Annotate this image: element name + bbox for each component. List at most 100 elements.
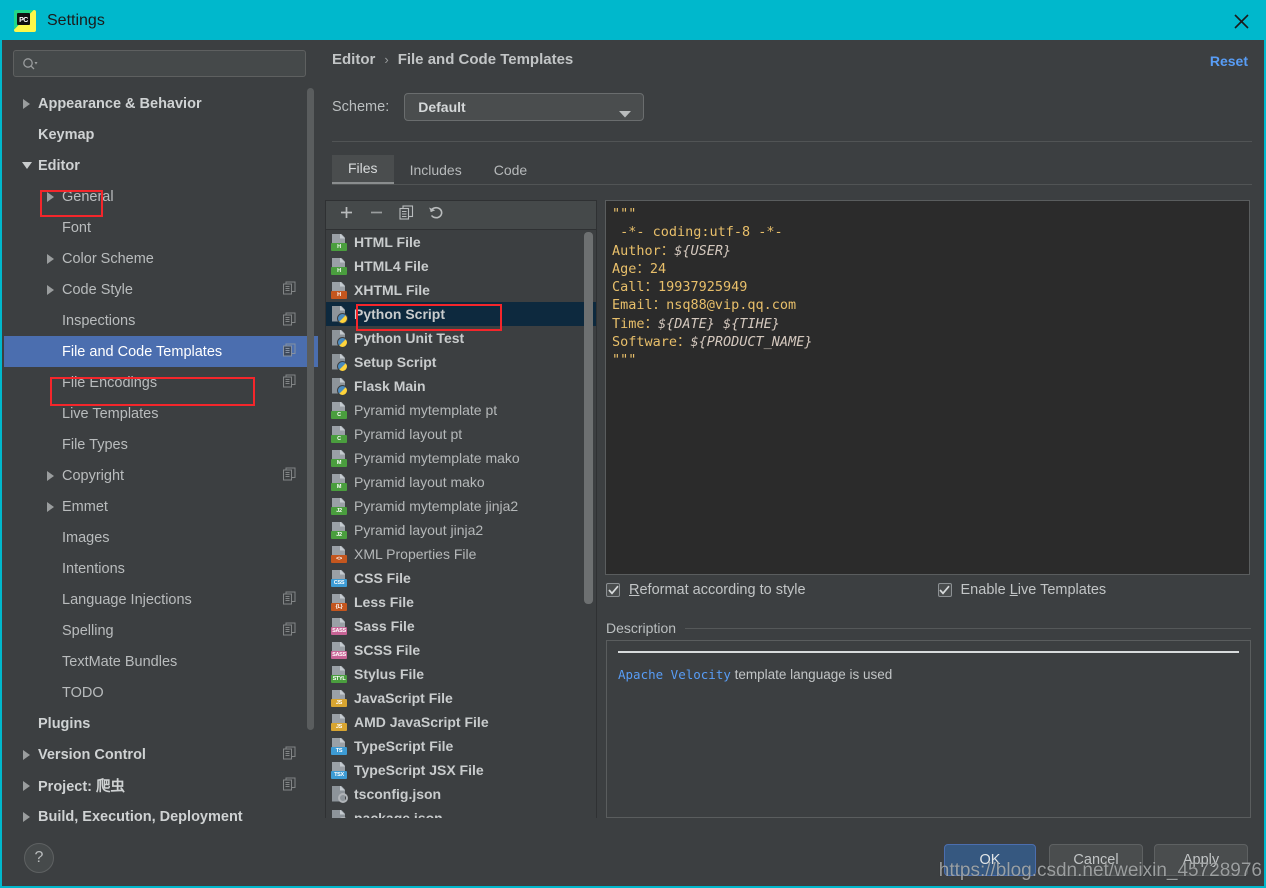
project-scope-icon (283, 343, 296, 360)
template-list-item[interactable]: Flask Main (326, 374, 596, 398)
template-list-item[interactable]: CPyramid mytemplate pt (326, 398, 596, 422)
template-list-item[interactable]: CSSCSS File (326, 566, 596, 590)
sidebar-item-images[interactable]: Images (4, 522, 318, 553)
template-variable: ${PRODUCT_NAME} (691, 334, 813, 350)
checkbox-icon[interactable] (606, 583, 620, 597)
add-template-button[interactable] (334, 204, 358, 226)
template-list-item[interactable]: package.json (326, 806, 596, 818)
sidebar-item-appearance-behavior[interactable]: Appearance & Behavior (4, 88, 318, 119)
help-button[interactable]: ? (24, 843, 54, 873)
template-list-item[interactable]: Python Unit Test (326, 326, 596, 350)
sidebar-item-file-types[interactable]: File Types (4, 429, 318, 460)
undo-icon (428, 205, 444, 225)
less-file-icon: {L} (331, 594, 347, 611)
sidebar-item-textmate-bundles[interactable]: TextMate Bundles (4, 646, 318, 677)
chevron-right-icon[interactable] (44, 469, 57, 482)
code-line: Email：nsq88@vip.qq.com (612, 296, 1243, 314)
code-line: Author：${USER} (612, 242, 1243, 260)
chevron-right-icon[interactable] (44, 283, 57, 296)
sidebar-item-project[interactable]: Project: 爬虫 (4, 770, 318, 801)
template-list-scrollbar[interactable] (584, 232, 593, 604)
template-list-item[interactable]: tsconfig.json (326, 782, 596, 806)
template-list-item[interactable]: Setup Script (326, 350, 596, 374)
search-input[interactable] (38, 57, 305, 71)
sidebar-item-live-templates[interactable]: Live Templates (4, 398, 318, 429)
description-box[interactable]: Apache Velocity template language is use… (606, 640, 1251, 818)
template-list-item[interactable]: MPyramid layout mako (326, 470, 596, 494)
template-list-item[interactable]: HXHTML File (326, 278, 596, 302)
apache-velocity-link[interactable]: Apache Velocity (618, 667, 731, 682)
reset-template-button[interactable] (424, 204, 448, 226)
sidebar-item-language-injections[interactable]: Language Injections (4, 584, 318, 615)
template-list-item[interactable]: JSJavaScript File (326, 686, 596, 710)
search-box[interactable] (13, 50, 306, 77)
template-list-item[interactable]: J2Pyramid mytemplate jinja2 (326, 494, 596, 518)
sidebar-item-color-scheme[interactable]: Color Scheme (4, 243, 318, 274)
sidebar-item-copyright[interactable]: Copyright (4, 460, 318, 491)
sidebar-item-plugins[interactable]: Plugins (4, 708, 318, 739)
template-list-item[interactable]: JSAMD JavaScript File (326, 710, 596, 734)
sidebar-item-keymap[interactable]: Keymap (4, 119, 318, 150)
chevron-right-icon[interactable] (44, 500, 57, 513)
copy-template-button[interactable] (394, 204, 418, 226)
tab-files[interactable]: Files (332, 155, 394, 184)
template-list-item-label: XHTML File (354, 282, 430, 298)
enable-live-templates-checkbox[interactable]: Enable Live Templates (938, 582, 1107, 598)
remove-template-button[interactable] (364, 204, 388, 226)
template-list-item[interactable]: MPyramid mytemplate mako (326, 446, 596, 470)
template-list-item[interactable]: SASSSass File (326, 614, 596, 638)
sidebar-item-intentions[interactable]: Intentions (4, 553, 318, 584)
tree-indent-spacer (44, 686, 57, 699)
template-list-item[interactable]: {L} Less File (326, 590, 596, 614)
chevron-right-icon[interactable] (20, 779, 33, 792)
template-list-item[interactable]: CPyramid layout pt (326, 422, 596, 446)
template-list-toolbar (326, 201, 596, 230)
breadcrumb-parent[interactable]: Editor (332, 51, 375, 68)
sidebar-item-code-style[interactable]: Code Style (4, 274, 318, 305)
tab-code[interactable]: Code (478, 157, 543, 184)
sidebar-scrollbar[interactable] (307, 88, 314, 730)
sidebar-item-label: Spelling (57, 623, 114, 639)
sidebar-item-editor[interactable]: Editor (4, 150, 318, 181)
template-code-editor[interactable]: """ -*- coding:utf-8 -*-Author：${USER}Ag… (605, 200, 1250, 575)
template-list-item[interactable]: TSTypeScript File (326, 734, 596, 758)
template-list-item[interactable]: HHTML4 File (326, 254, 596, 278)
template-list-item[interactable]: STYLStylus File (326, 662, 596, 686)
sidebar-item-spelling[interactable]: Spelling (4, 615, 318, 646)
reformat-according-to-style-checkbox[interactable]: Reformat according to style (606, 582, 806, 598)
sidebar-item-emmet[interactable]: Emmet (4, 491, 318, 522)
cancel-button[interactable]: Cancel (1049, 844, 1143, 876)
template-list-item-label: SCSS File (354, 642, 420, 658)
template-list[interactable]: HHTML FileHHTML4 FileHXHTML FilePython S… (326, 230, 596, 818)
template-list-item[interactable]: <>XML Properties File (326, 542, 596, 566)
sidebar-item-font[interactable]: Font (4, 212, 318, 243)
chevron-down-icon[interactable] (20, 159, 33, 172)
template-list-item[interactable]: HHTML File (326, 230, 596, 254)
sidebar-item-build-execution-deployment[interactable]: Build, Execution, Deployment (4, 801, 318, 832)
chevron-right-icon[interactable] (20, 810, 33, 823)
checkbox-icon[interactable] (938, 583, 952, 597)
template-list-item-label: Less File (354, 594, 414, 610)
ok-button[interactable]: OK (944, 844, 1036, 876)
tab-includes[interactable]: Includes (394, 157, 478, 184)
sidebar-item-file-and-code-templates[interactable]: File and Code Templates (4, 336, 318, 367)
chevron-right-icon[interactable] (20, 97, 33, 110)
chevron-right-icon[interactable] (44, 252, 57, 265)
template-list-item[interactable]: TSXTypeScript JSX File (326, 758, 596, 782)
template-list-item[interactable]: Python Script (326, 302, 596, 326)
close-icon[interactable] (1222, 6, 1260, 36)
reset-link[interactable]: Reset (1210, 53, 1248, 69)
scss-file-icon: SASS (331, 642, 347, 659)
sidebar-item-todo[interactable]: TODO (4, 677, 318, 708)
chevron-right-icon[interactable] (44, 190, 57, 203)
tree-indent-spacer (44, 593, 57, 606)
sidebar-item-general[interactable]: General (4, 181, 318, 212)
apply-button[interactable]: Apply (1154, 844, 1248, 876)
sidebar-item-inspections[interactable]: Inspections (4, 305, 318, 336)
chevron-right-icon[interactable] (20, 748, 33, 761)
template-list-item[interactable]: SASS SCSS File (326, 638, 596, 662)
template-list-item[interactable]: J2Pyramid layout jinja2 (326, 518, 596, 542)
sidebar-item-file-encodings[interactable]: File Encodings (4, 367, 318, 398)
scheme-select[interactable]: Default (404, 93, 644, 121)
sidebar-item-version-control[interactable]: Version Control (4, 739, 318, 770)
